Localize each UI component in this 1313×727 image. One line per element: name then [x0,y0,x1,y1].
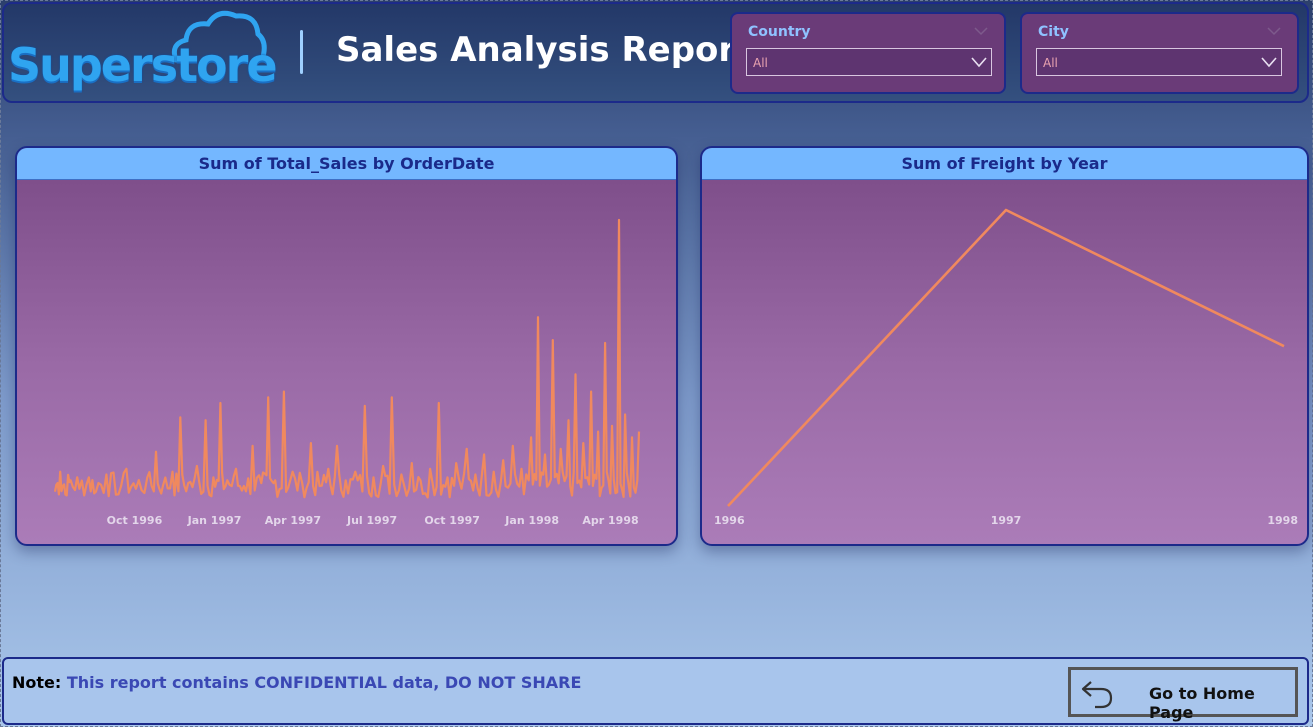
chart-title: Sum of Total_Sales by OrderDate [17,148,676,180]
freight-line-chart-plot[interactable]: 1996 1997 1998 [702,180,1309,546]
superstore-logo: Superstore [8,8,278,100]
note-text: This report contains CONFIDENTIAL data, … [61,673,582,692]
city-selected-value: All [1043,56,1058,70]
sales-by-orderdate-chart[interactable]: Sum of Total_Sales by OrderDate Oct 1996… [15,146,678,546]
x-tick-label: 1997 [991,514,1022,527]
city-dropdown[interactable]: All [1036,48,1282,76]
sales-series-line[interactable] [53,218,641,499]
note-label: Note: [12,673,62,692]
country-slicer[interactable]: Country All [730,12,1006,94]
sales-line-chart-plot[interactable]: Oct 1996 Jan 1997 Apr 1997 Jul 1997 Oct 1997… [17,180,678,546]
country-slicer-label: Country [748,24,811,40]
logo-text: Superstore [8,38,278,92]
title-separator [300,30,303,74]
x-tick-label: Jan 1997 [187,514,242,527]
x-tick-label: Jul 1997 [346,514,397,527]
freight-by-year-chart[interactable]: Sum of Freight by Year 1996 1997 1998 [700,146,1309,546]
chevron-down-icon [971,57,987,68]
report-header: Superstore Sales Analysis Report Country… [2,2,1309,103]
report-footer: Note: This report contains CONFIDENTIAL … [2,657,1309,725]
chevron-down-icon[interactable] [1267,26,1281,36]
country-dropdown[interactable]: All [746,48,992,76]
x-tick-label: 1998 [1267,514,1298,527]
city-slicer-label: City [1038,24,1069,40]
x-tick-label: Oct 1996 [107,514,163,527]
chevron-down-icon[interactable] [974,26,988,36]
x-tick-label: Apr 1998 [582,514,638,527]
x-tick-label: Oct 1997 [424,514,480,527]
freight-series-line[interactable] [727,208,1285,507]
page-title: Sales Analysis Report [336,30,752,70]
chevron-down-icon [1261,57,1277,68]
chart-title: Sum of Freight by Year [702,148,1307,180]
back-arrow-icon [1081,681,1113,709]
x-tick-label: 1996 [714,514,745,527]
confidential-note: Note: This report contains CONFIDENTIAL … [12,673,581,692]
city-slicer[interactable]: City All [1020,12,1299,94]
x-tick-label: Apr 1997 [265,514,321,527]
x-tick-label: Jan 1998 [504,514,559,527]
go-to-home-page-button[interactable]: Go to Home Page [1068,667,1298,722]
country-selected-value: All [753,56,768,70]
home-button-label: Go to Home Page [1149,684,1255,722]
